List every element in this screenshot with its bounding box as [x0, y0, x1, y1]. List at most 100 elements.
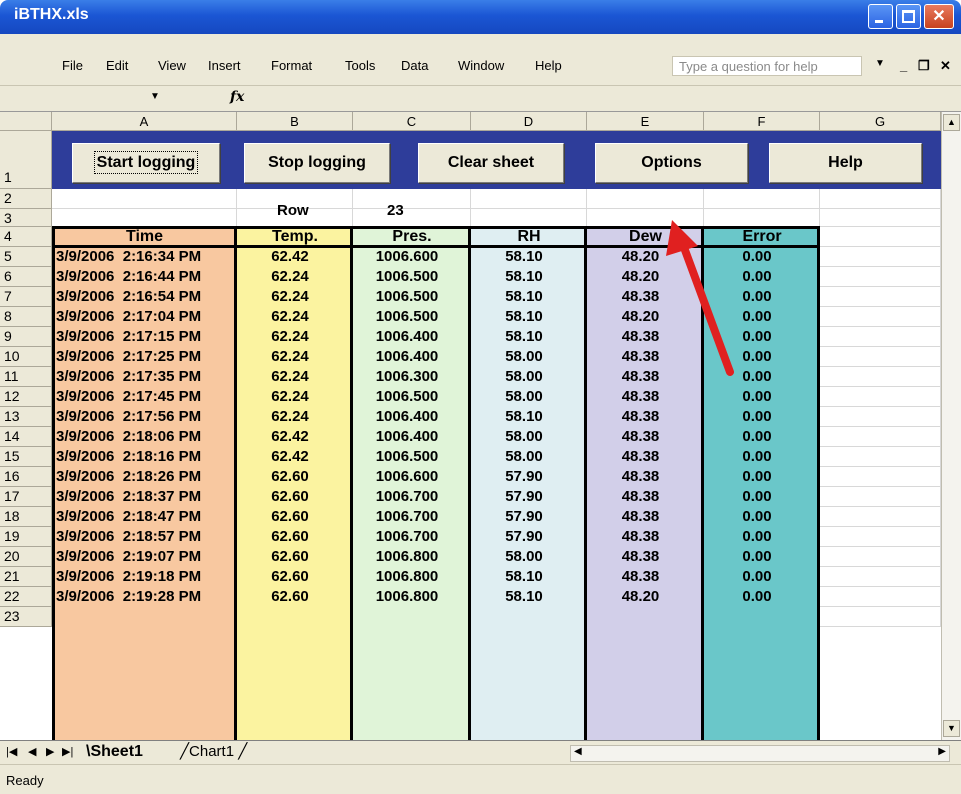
table-cell[interactable]: 3/9/2006 2:18:57 PM	[56, 527, 235, 547]
maximize-button[interactable]	[896, 4, 921, 29]
menu-view[interactable]: View	[158, 58, 186, 73]
grid-cell[interactable]	[52, 209, 237, 227]
table-cell[interactable]: 0.00	[704, 407, 820, 427]
grid-cell[interactable]	[820, 307, 941, 327]
row-header-14[interactable]: 14	[0, 427, 52, 447]
table-cell[interactable]: 62.24	[237, 327, 353, 347]
grid-cell[interactable]	[820, 547, 941, 567]
table-cell[interactable]: 58.00	[471, 427, 587, 447]
table-cell[interactable]: 0.00	[704, 467, 820, 487]
table-cell[interactable]: 1006.600	[353, 247, 471, 267]
grid-cell[interactable]	[820, 567, 941, 587]
vertical-scrollbar[interactable]: ▲ ▼	[941, 112, 961, 740]
table-cell[interactable]: 58.10	[471, 407, 587, 427]
row-header-20[interactable]: 20	[0, 547, 52, 567]
table-cell[interactable]: 58.00	[471, 447, 587, 467]
column-header-f[interactable]: F	[704, 112, 820, 131]
column-header-d[interactable]: D	[471, 112, 587, 131]
table-cell[interactable]: 3/9/2006 2:16:34 PM	[56, 247, 235, 267]
row-header-9[interactable]: 9	[0, 327, 52, 347]
row-header-23[interactable]: 23	[0, 607, 52, 627]
column-header-b[interactable]: B	[237, 112, 353, 131]
grid-cell[interactable]	[820, 189, 941, 209]
table-cell[interactable]: 1006.500	[353, 447, 471, 467]
table-cell[interactable]: 62.60	[237, 487, 353, 507]
table-cell[interactable]: 62.60	[237, 587, 353, 607]
row-header-11[interactable]: 11	[0, 367, 52, 387]
table-cell[interactable]: 48.38	[587, 547, 704, 567]
help-search-input[interactable]: Type a question for help	[672, 56, 862, 76]
table-cell[interactable]: 1006.800	[353, 547, 471, 567]
grid-cell[interactable]	[820, 427, 941, 447]
menu-help[interactable]: Help	[535, 58, 562, 73]
table-cell[interactable]: 62.42	[237, 447, 353, 467]
table-cell[interactable]: 0.00	[704, 447, 820, 467]
table-cell[interactable]: 0.00	[704, 587, 820, 607]
tab-sheet1[interactable]: \Sheet1	[86, 741, 143, 763]
row-header-12[interactable]: 12	[0, 387, 52, 407]
table-cell[interactable]: 0.00	[704, 427, 820, 447]
table-cell[interactable]: 57.90	[471, 467, 587, 487]
name-box-dropdown-icon[interactable]: ▼	[150, 91, 160, 102]
help-button[interactable]: Help	[769, 143, 922, 183]
table-cell[interactable]: 1006.500	[353, 387, 471, 407]
grid-cell[interactable]	[820, 487, 941, 507]
table-cell[interactable]: 1006.700	[353, 527, 471, 547]
row-header-19[interactable]: 19	[0, 527, 52, 547]
grid-cell[interactable]	[471, 189, 587, 209]
table-cell[interactable]: 48.20	[587, 587, 704, 607]
doc-minimize-icon[interactable]: _	[900, 58, 907, 73]
grid-cell[interactable]	[52, 189, 237, 209]
row-header-21[interactable]: 21	[0, 567, 52, 587]
grid-cell[interactable]	[820, 327, 941, 347]
table-cell[interactable]: 57.90	[471, 507, 587, 527]
scroll-down-icon[interactable]: ▼	[943, 720, 960, 737]
menu-format[interactable]: Format	[271, 58, 312, 73]
scroll-up-icon[interactable]: ▲	[943, 114, 960, 131]
table-cell[interactable]: 3/9/2006 2:17:04 PM	[56, 307, 235, 327]
grid-cell[interactable]	[820, 607, 941, 627]
table-cell[interactable]: 1006.700	[353, 507, 471, 527]
grid-cell[interactable]	[820, 507, 941, 527]
table-cell[interactable]: 1006.500	[353, 307, 471, 327]
table-cell[interactable]: 1006.400	[353, 327, 471, 347]
table-cell[interactable]: 57.90	[471, 527, 587, 547]
table-cell[interactable]: 3/9/2006 2:17:45 PM	[56, 387, 235, 407]
table-cell[interactable]: 62.60	[237, 547, 353, 567]
table-cell[interactable]: 3/9/2006 2:19:18 PM	[56, 567, 235, 587]
table-cell[interactable]: 48.38	[587, 567, 704, 587]
grid-cell[interactable]	[353, 189, 471, 209]
row-header-15[interactable]: 15	[0, 447, 52, 467]
minimize-button[interactable]	[868, 4, 893, 29]
help-dropdown-icon[interactable]: ▼	[875, 58, 885, 69]
table-cell[interactable]: 3/9/2006 2:17:56 PM	[56, 407, 235, 427]
tab-chart1[interactable]: ╱Chart1 ╱	[180, 741, 247, 763]
row-header-2[interactable]: 2	[0, 189, 52, 209]
horizontal-scrollbar[interactable]: ◀ ▶	[570, 745, 950, 762]
column-header-c[interactable]: C	[353, 112, 471, 131]
clear-sheet-button[interactable]: Clear sheet	[418, 143, 564, 183]
scroll-right-icon[interactable]: ▶	[938, 746, 946, 757]
grid-cell[interactable]	[820, 527, 941, 547]
table-cell[interactable]: 3/9/2006 2:17:15 PM	[56, 327, 235, 347]
name-box[interactable]	[2, 89, 170, 109]
menu-window[interactable]: Window	[458, 58, 504, 73]
table-cell[interactable]: 58.10	[471, 247, 587, 267]
table-cell[interactable]: 58.10	[471, 567, 587, 587]
table-cell[interactable]: 57.90	[471, 487, 587, 507]
grid-cell[interactable]	[820, 367, 941, 387]
row-header-8[interactable]: 8	[0, 307, 52, 327]
table-cell[interactable]: 0.00	[704, 567, 820, 587]
grid-cell[interactable]	[704, 189, 820, 209]
table-cell[interactable]: 3/9/2006 2:17:25 PM	[56, 347, 235, 367]
table-cell[interactable]: 1006.600	[353, 467, 471, 487]
grid-cell[interactable]	[820, 347, 941, 367]
row-header-17[interactable]: 17	[0, 487, 52, 507]
table-cell[interactable]: 1006.700	[353, 487, 471, 507]
table-cell[interactable]: 58.10	[471, 587, 587, 607]
row-header-4[interactable]: 4	[0, 227, 52, 247]
table-cell[interactable]: 48.38	[587, 527, 704, 547]
table-cell[interactable]: 58.10	[471, 327, 587, 347]
table-cell[interactable]: 3/9/2006 2:16:54 PM	[56, 287, 235, 307]
table-cell[interactable]: 62.60	[237, 567, 353, 587]
